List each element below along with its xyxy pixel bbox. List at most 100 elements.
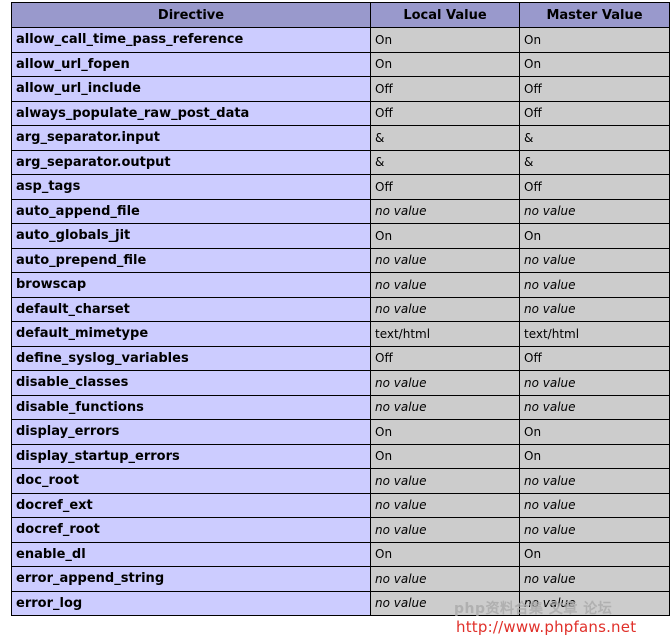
local-value: On [370,51,520,77]
directive-name: auto_append_file [11,198,371,224]
table-row: arg_separator.input & & [11,125,670,151]
master-value: Off [519,345,670,371]
php-config-table: Directive Local Value Master Value allow… [11,2,670,616]
master-value: no value [519,272,670,298]
table-row: auto_append_file no value no value [11,198,670,224]
table-row: enable_dl On On [11,541,670,567]
master-value: no value [519,468,670,494]
directive-name: arg_separator.input [11,125,371,151]
master-value: On [519,419,670,445]
table-row: allow_call_time_pass_reference On On [11,27,670,53]
directive-name: doc_root [11,468,371,494]
master-value: no value [519,370,670,396]
directive-name: error_log [11,590,371,616]
table-row: allow_url_fopen On On [11,51,670,77]
master-value: Off [519,174,670,200]
table-row: display_startup_errors On On [11,443,670,469]
column-header-master-value: Master Value [519,2,670,28]
table-row: default_charset no value no value [11,296,670,322]
local-value: no value [370,492,520,518]
table-row: disable_classes no value no value [11,370,670,396]
master-value: Off [519,100,670,126]
master-value: no value [519,296,670,322]
local-value: no value [370,517,520,543]
master-value: no value [519,198,670,224]
table-row: auto_prepend_file no value no value [11,247,670,273]
master-value: no value [519,394,670,420]
master-value: On [519,443,670,469]
table-row: error_append_string no value no value [11,566,670,592]
local-value: On [370,27,520,53]
master-value: & [519,149,670,175]
directive-name: auto_globals_jit [11,223,371,249]
directive-name: auto_prepend_file [11,247,371,273]
table-row: disable_functions no value no value [11,394,670,420]
table-row: arg_separator.output & & [11,149,670,175]
master-value: & [519,125,670,151]
directive-name: display_errors [11,419,371,445]
local-value: no value [370,247,520,273]
column-header-directive: Directive [11,2,371,28]
master-value: On [519,541,670,567]
directive-name: browscap [11,272,371,298]
watermark-url: http://www.phpfans.net [456,618,637,636]
local-value: no value [370,272,520,298]
local-value: & [370,125,520,151]
master-value: no value [519,590,670,616]
local-value: On [370,419,520,445]
local-value: Off [370,100,520,126]
table-row: define_syslog_variables Off Off [11,345,670,371]
directive-name: arg_separator.output [11,149,371,175]
local-value: no value [370,590,520,616]
directive-name: allow_url_fopen [11,51,371,77]
local-value: no value [370,468,520,494]
directive-name: default_mimetype [11,321,371,347]
local-value: On [370,541,520,567]
local-value: On [370,443,520,469]
table-row: browscap no value no value [11,272,670,298]
table-row: docref_ext no value no value [11,492,670,518]
master-value: no value [519,247,670,273]
local-value: no value [370,394,520,420]
local-value: no value [370,566,520,592]
master-value: no value [519,492,670,518]
table-row: always_populate_raw_post_data Off Off [11,100,670,126]
master-value: no value [519,517,670,543]
local-value: no value [370,198,520,224]
local-value: no value [370,370,520,396]
directive-name: allow_call_time_pass_reference [11,27,371,53]
table-row: default_mimetype text/html text/html [11,321,670,347]
master-value: Off [519,76,670,102]
table-row: docref_root no value no value [11,517,670,543]
directive-name: docref_root [11,517,371,543]
local-value: no value [370,296,520,322]
directive-name: disable_functions [11,394,371,420]
directive-name: disable_classes [11,370,371,396]
directive-name: define_syslog_variables [11,345,371,371]
local-value: Off [370,174,520,200]
column-header-local-value: Local Value [370,2,520,28]
directive-name: display_startup_errors [11,443,371,469]
table-header-row: Directive Local Value Master Value [11,2,670,28]
php-config-table-wrapper: Directive Local Value Master Value allow… [11,2,670,616]
master-value: On [519,27,670,53]
master-value: On [519,51,670,77]
table-row: allow_url_include Off Off [11,76,670,102]
directive-name: error_append_string [11,566,371,592]
local-value: text/html [370,321,520,347]
directive-name: default_charset [11,296,371,322]
directive-name: asp_tags [11,174,371,200]
local-value: Off [370,76,520,102]
table-row: error_log no value no value [11,590,670,616]
table-row: display_errors On On [11,419,670,445]
local-value: & [370,149,520,175]
master-value: text/html [519,321,670,347]
directive-name: enable_dl [11,541,371,567]
master-value: On [519,223,670,249]
directive-name: always_populate_raw_post_data [11,100,371,126]
directive-name: docref_ext [11,492,371,518]
table-row: doc_root no value no value [11,468,670,494]
directive-name: allow_url_include [11,76,371,102]
local-value: Off [370,345,520,371]
master-value: no value [519,566,670,592]
